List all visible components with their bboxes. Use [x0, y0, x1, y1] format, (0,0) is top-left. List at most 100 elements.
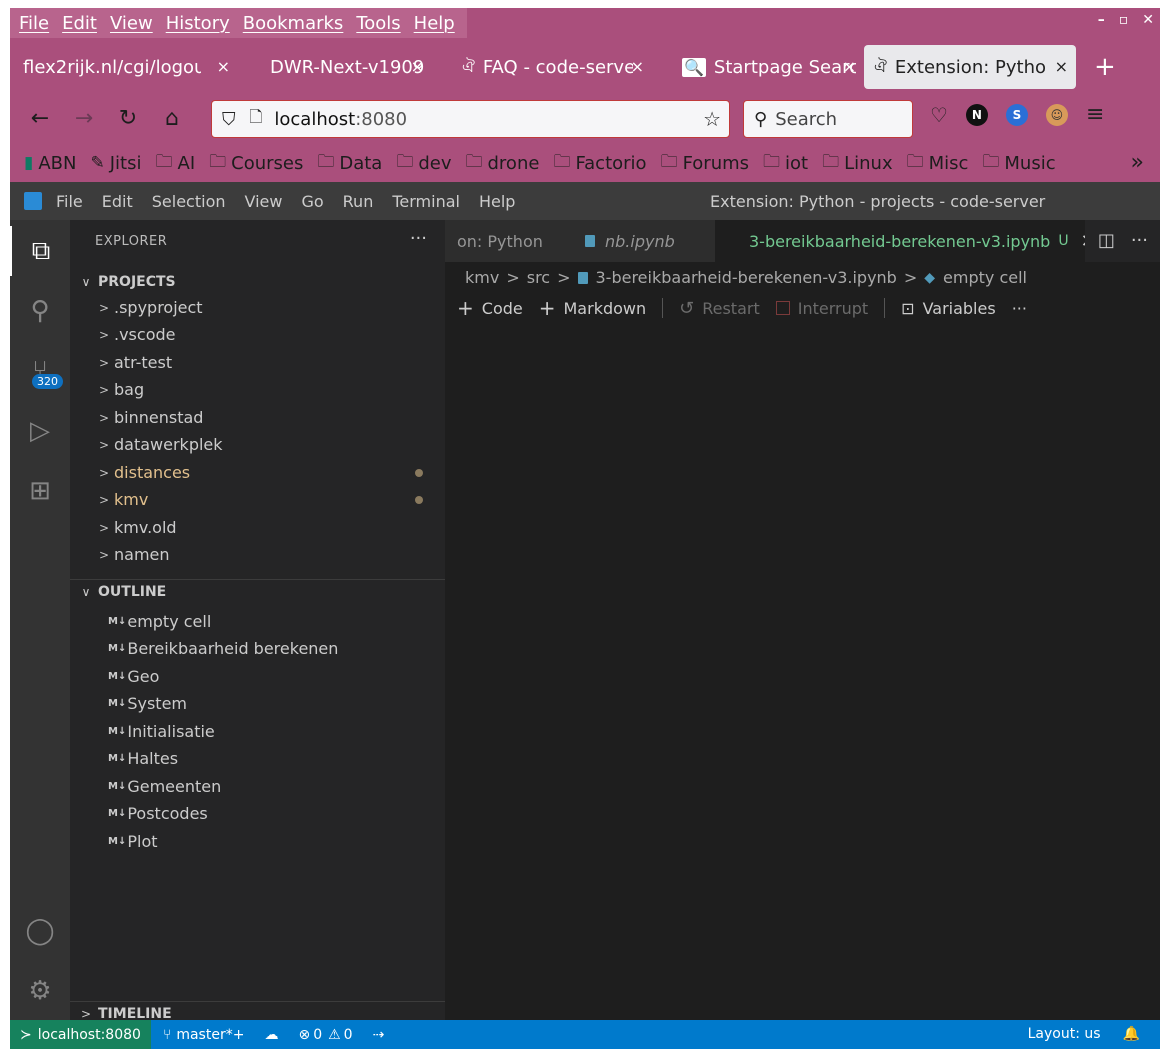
tree-item-folder[interactable]: > binnenstad — [70, 404, 445, 431]
sync-icon[interactable]: ☁ — [264, 1027, 278, 1043]
interrupt-kernel-button[interactable]: Interrupt — [775, 299, 868, 318]
url-bar[interactable]: ⛉ 🗋 localhost :8080 ☆ — [211, 100, 730, 138]
section-outline[interactable]: ∨ OUTLINE — [70, 580, 445, 604]
keyboard-layout-status[interactable]: Layout: us — [1028, 1026, 1101, 1042]
page-icon[interactable]: 🗋 — [250, 106, 263, 133]
outline-item[interactable]: M↓ empty cell — [108, 608, 211, 635]
bookmark-jitsi[interactable]: ✎ Jitsi — [91, 153, 142, 174]
breadcrumb-item[interactable]: src — [527, 268, 550, 287]
vscode-menu-edit[interactable]: Edit — [102, 192, 133, 211]
more-actions-icon[interactable]: ··· — [410, 228, 427, 249]
variables-button[interactable]: ⊡ Variables — [901, 299, 996, 318]
new-tab-button[interactable]: + — [1094, 52, 1116, 82]
pocket-icon[interactable]: ♡ — [930, 103, 948, 127]
outline-item[interactable]: M↓ Geo — [108, 663, 159, 690]
tree-item-folder[interactable]: > .vscode — [70, 321, 445, 348]
editor-tab[interactable]: nb.ipynb — [565, 220, 715, 262]
reload-icon[interactable]: ↻ — [106, 106, 150, 131]
live-share-icon[interactable]: ⇢ — [373, 1027, 385, 1043]
vscode-menu-selection[interactable]: Selection — [152, 192, 226, 211]
extension-n-icon[interactable]: N — [965, 103, 988, 126]
split-editor-icon[interactable]: ◫ — [1098, 230, 1115, 251]
breadcrumb-item[interactable]: 3-bereikbaarheid-berekenen-v3.ipynb — [596, 268, 897, 287]
tree-item-folder[interactable]: > datawerkplek — [70, 431, 445, 458]
close-window-button[interactable]: ✕ — [1142, 12, 1154, 28]
problems-status[interactable]: ⊗ 0 ⚠ 0 — [298, 1027, 352, 1043]
settings-gear-icon[interactable]: ⚙ — [10, 966, 70, 1016]
vscode-menu-run[interactable]: Run — [343, 192, 374, 211]
vscode-logo-icon[interactable] — [24, 192, 42, 210]
add-markdown-cell-button[interactable]: + Markdown — [539, 296, 646, 320]
notifications-bell-icon[interactable]: 🔔 — [1123, 1026, 1140, 1042]
bookmarks-overflow-icon[interactable]: » — [1131, 150, 1144, 175]
tree-item-folder[interactable]: > atr-test — [70, 349, 445, 376]
editor-tab-active[interactable]: 3-bereikbaarheid-berekenen-v3.ipynb U ✕ — [715, 220, 1085, 262]
bookmark-folder-dev[interactable]: 🗀 dev — [396, 149, 451, 178]
vscode-menu-go[interactable]: Go — [301, 192, 323, 211]
outline-item[interactable]: M↓ Bereikbaarheid berekenen — [108, 635, 338, 662]
section-projects[interactable]: ∨ PROJECTS — [70, 270, 445, 294]
outline-item[interactable]: M↓ Postcodes — [108, 800, 208, 827]
explorer-files-icon[interactable]: ⧉ — [10, 226, 70, 276]
bookmark-folder-iot[interactable]: 🗀 iot — [763, 149, 808, 178]
search-bar[interactable]: ⚲ Search — [743, 100, 913, 138]
tab-close-icon[interactable]: × — [411, 57, 424, 76]
browser-tab[interactable]: ঐ FAQ - code-server × — [432, 45, 652, 89]
bookmark-folder-forums[interactable]: 🗀 Forums — [661, 149, 749, 178]
menu-edit[interactable]: Edit — [57, 13, 105, 34]
more-actions-icon[interactable]: ··· — [1131, 230, 1148, 251]
tree-item-folder-modified[interactable]: > distances — [70, 459, 445, 486]
restart-kernel-button[interactable]: ↺ Restart — [679, 298, 760, 319]
bookmark-folder-linux[interactable]: 🗀 Linux — [822, 149, 893, 178]
tree-item-folder[interactable]: > namen — [70, 541, 445, 568]
tree-item-folder[interactable]: > bag — [70, 376, 445, 403]
menu-file[interactable]: File — [14, 13, 57, 34]
forward-arrow-icon[interactable]: → — [62, 106, 106, 131]
tree-item-folder[interactable]: > .spyproject — [70, 294, 445, 321]
bookmark-abn[interactable]: ▮ ABN — [24, 153, 77, 174]
bookmark-folder-ai[interactable]: 🗀 AI — [156, 149, 196, 178]
outline-item[interactable]: M↓ Gemeenten — [108, 773, 221, 800]
browser-tab[interactable]: 🔍 Startpage Search × — [652, 45, 864, 89]
tab-close-icon[interactable]: × — [843, 57, 856, 76]
back-arrow-icon[interactable]: ← — [18, 106, 62, 131]
vscode-menu-file[interactable]: File — [56, 192, 83, 211]
menu-tools[interactable]: Tools — [351, 13, 408, 34]
maximize-button[interactable]: ▫ — [1119, 12, 1129, 28]
tree-item-folder[interactable]: > kmv.old — [70, 514, 445, 541]
bookmark-star-icon[interactable]: ☆ — [703, 107, 721, 131]
account-icon[interactable]: ◯ — [10, 906, 70, 956]
bookmark-folder-misc[interactable]: 🗀 Misc — [907, 149, 969, 178]
outline-item[interactable]: M↓ System — [108, 690, 187, 717]
menu-history[interactable]: History — [161, 13, 238, 34]
extensions-icon[interactable]: ⊞ — [10, 466, 70, 516]
tab-close-icon[interactable]: × — [1055, 57, 1068, 76]
tab-close-icon[interactable]: ✕ — [1081, 231, 1085, 252]
bookmark-folder-data[interactable]: 🗀 Data — [317, 149, 382, 178]
extension-avatar-icon[interactable]: ☺ — [1045, 103, 1068, 126]
browser-tab[interactable]: flex2rijk.nl/cgi/logou × — [10, 45, 238, 89]
remote-indicator[interactable]: ≻ localhost:8080 — [10, 1020, 151, 1049]
outline-item[interactable]: M↓ Haltes — [108, 745, 178, 772]
extension-s-icon[interactable]: S — [1005, 103, 1028, 126]
bookmark-folder-drone[interactable]: 🗀 drone — [466, 149, 540, 178]
git-branch-status[interactable]: ⑂ master*+ — [163, 1027, 245, 1043]
breadcrumb-item[interactable]: empty cell — [943, 268, 1027, 287]
outline-item[interactable]: M↓ Plot — [108, 828, 158, 855]
tree-item-folder-modified[interactable]: > kmv — [70, 486, 445, 513]
menu-help[interactable]: Help — [409, 13, 463, 34]
outline-item[interactable]: M↓ Initialisatie — [108, 718, 215, 745]
source-control-icon[interactable]: ⑂ 320 — [10, 346, 70, 396]
browser-tab-active[interactable]: ঐ Extension: Python × — [864, 45, 1076, 89]
tab-close-icon[interactable]: × — [631, 57, 644, 76]
breadcrumb-item[interactable]: kmv — [465, 268, 499, 287]
shield-icon[interactable]: ⛉ — [222, 109, 236, 130]
bookmark-folder-courses[interactable]: 🗀 Courses — [209, 149, 303, 178]
menu-view[interactable]: View — [105, 13, 161, 34]
run-debug-icon[interactable]: ▷ — [10, 406, 70, 456]
minimize-button[interactable]: – — [1098, 12, 1105, 28]
vscode-menu-view[interactable]: View — [245, 192, 283, 211]
editor-tab[interactable]: on: Python — [445, 220, 565, 262]
bookmark-folder-factorio[interactable]: 🗀 Factorio — [553, 149, 646, 178]
bookmark-folder-music[interactable]: 🗀 Music — [982, 149, 1055, 178]
